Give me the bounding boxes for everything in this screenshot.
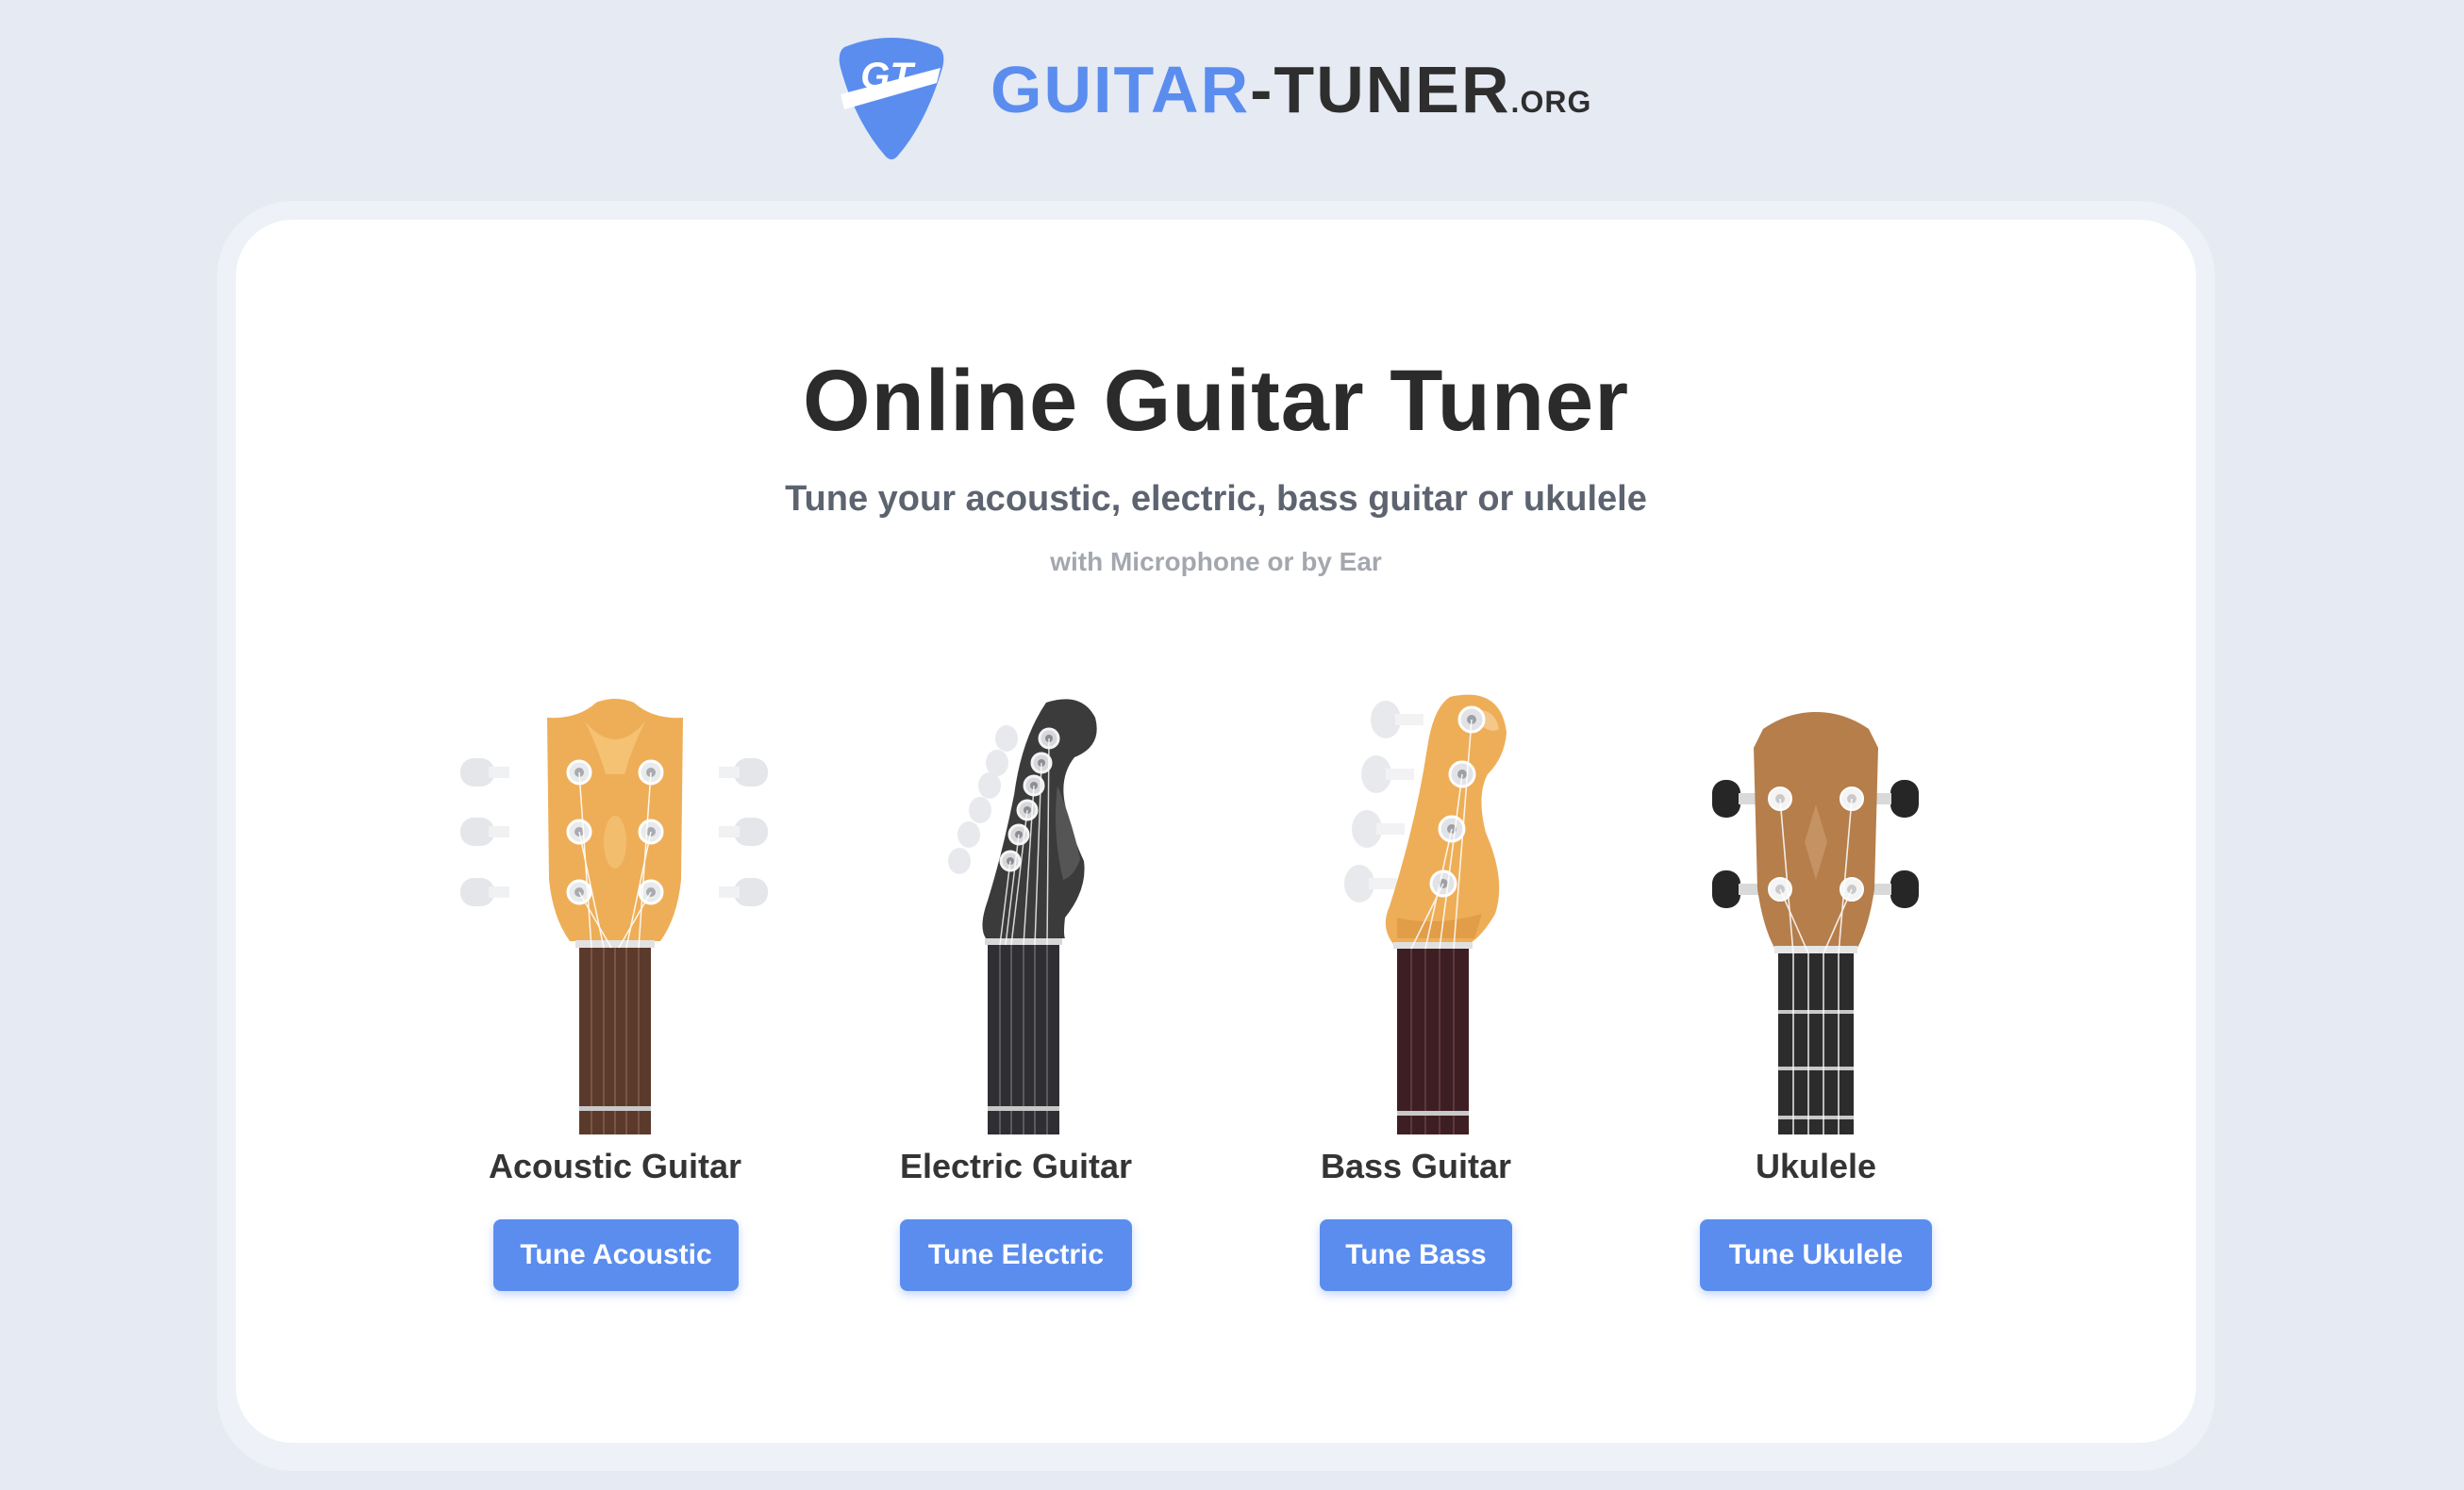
logo-text-org: .ORG xyxy=(1510,85,1592,119)
bass-headstock-icon[interactable] xyxy=(1227,691,1605,1134)
tune-bass-button[interactable]: Tune Bass xyxy=(1320,1219,1512,1291)
logo-text-guitar: GUITAR xyxy=(991,53,1251,126)
instrument-name-bass: Bass Guitar xyxy=(1320,1147,1512,1185)
page-title: Online Guitar Tuner xyxy=(802,353,1630,449)
tune-ukulele-button[interactable]: Tune Ukulele xyxy=(1700,1219,1932,1291)
main-card: Online Guitar Tuner Tune your acoustic, … xyxy=(236,220,2196,1443)
instrument-name-ukulele: Ukulele xyxy=(1755,1147,1877,1185)
logo-monogram: GT xyxy=(860,56,916,97)
instrument-electric: Electric Guitar Tune Electric xyxy=(827,691,1205,1295)
guitar-pick-logo-icon: GT xyxy=(839,38,944,159)
page-subtitle: Tune your acoustic, electric, bass guita… xyxy=(785,479,1647,519)
site-header: GT GUITAR-TUNER.ORG xyxy=(0,0,2464,198)
tune-electric-button[interactable]: Tune Electric xyxy=(900,1219,1132,1291)
page-subtitle-secondary: with Microphone or by Ear xyxy=(1050,547,1382,576)
electric-headstock-icon[interactable] xyxy=(827,691,1205,1134)
instrument-name-electric: Electric Guitar xyxy=(899,1147,1133,1185)
logo-wordmark: GUITAR-TUNER.ORG xyxy=(991,57,1591,123)
instrument-bass: Bass Guitar Tune Bass xyxy=(1227,691,1605,1295)
instrument-name-acoustic: Acoustic Guitar xyxy=(488,1147,742,1185)
ukulele-headstock-icon[interactable] xyxy=(1627,691,2005,1134)
acoustic-headstock-icon[interactable] xyxy=(426,691,804,1134)
instrument-acoustic: Acoustic Guitar Tune Acoustic xyxy=(426,691,804,1295)
tune-acoustic-button[interactable]: Tune Acoustic xyxy=(493,1219,739,1291)
instrument-ukulele: Ukulele Tune Ukulele xyxy=(1627,691,2005,1295)
logo-text-tuner: -TUNER xyxy=(1250,53,1511,126)
